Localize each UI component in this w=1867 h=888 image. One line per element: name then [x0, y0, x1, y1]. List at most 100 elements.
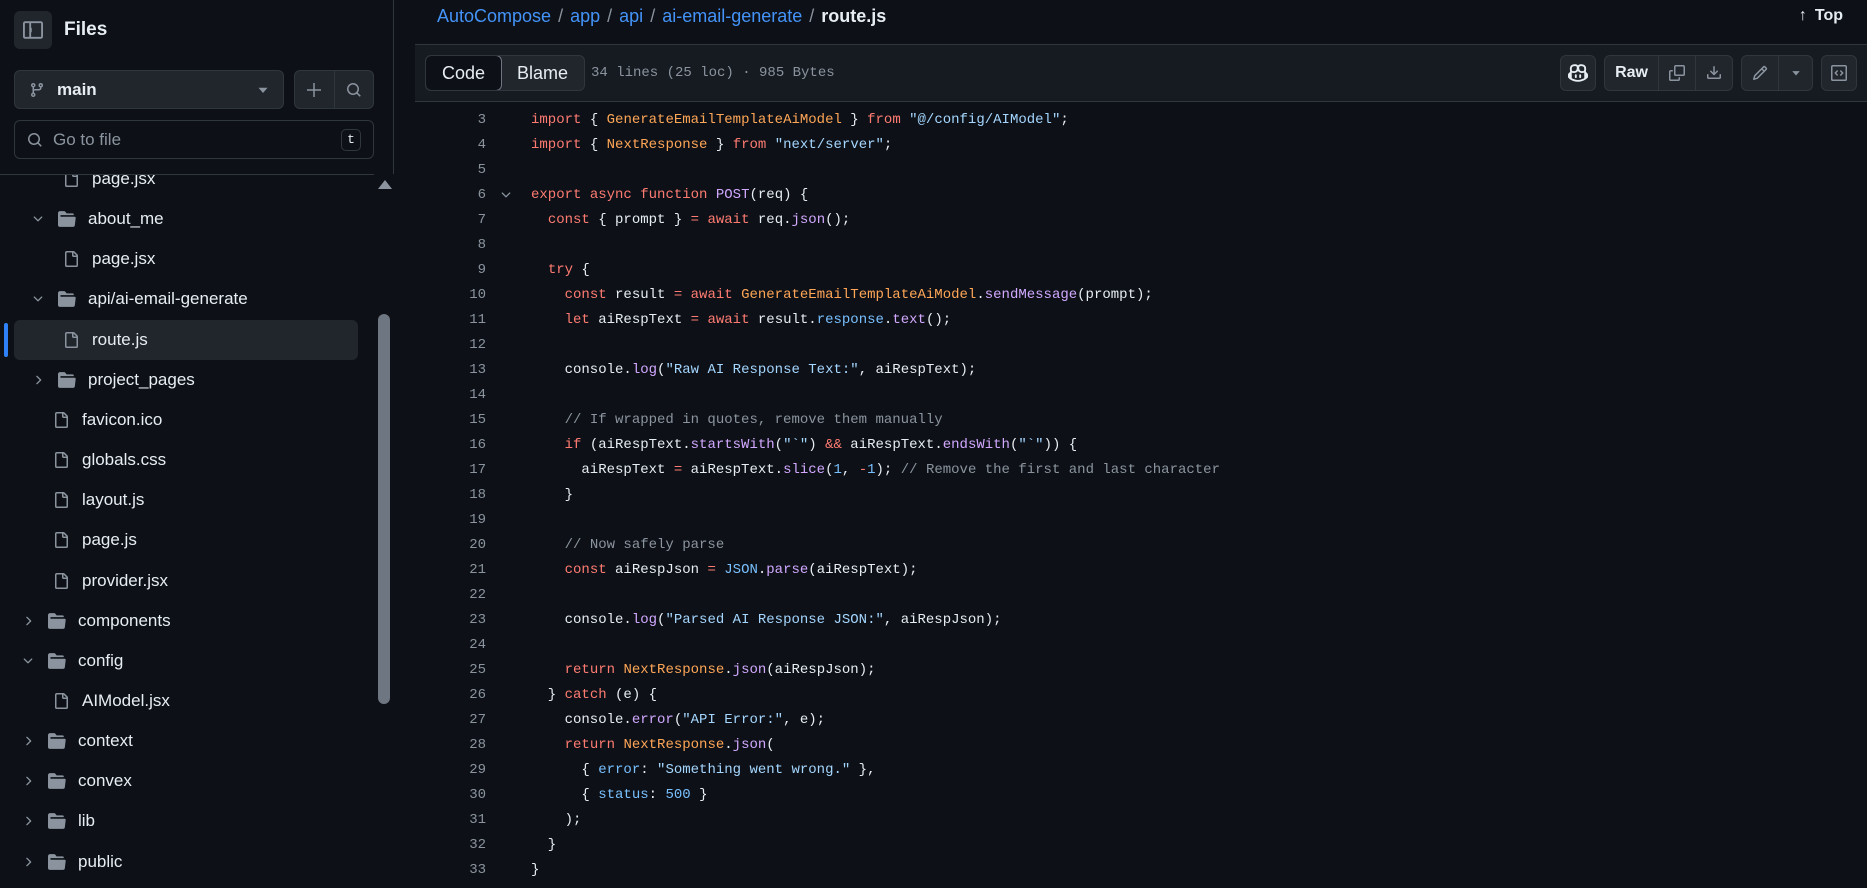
- code-line[interactable]: 19: [415, 507, 1867, 532]
- tree-folder-lib[interactable]: lib: [0, 801, 374, 841]
- back-to-top-link[interactable]: ↑ Top: [1799, 7, 1843, 25]
- sidebar-scrollbar[interactable]: [374, 174, 394, 888]
- breadcrumb-repo-link[interactable]: AutoCompose: [437, 6, 551, 27]
- code-line[interactable]: 10 const result = await GenerateEmailTem…: [415, 282, 1867, 307]
- line-number[interactable]: 12: [415, 337, 486, 353]
- go-to-file-input[interactable]: [53, 129, 341, 150]
- line-number[interactable]: 24: [415, 637, 486, 653]
- tree-folder-context[interactable]: context: [0, 721, 374, 761]
- code-line[interactable]: 28 return NextResponse.json(: [415, 732, 1867, 757]
- code-line[interactable]: 7 const { prompt } = await req.json();: [415, 207, 1867, 232]
- scrollbar-thumb[interactable]: [378, 314, 390, 704]
- tree-file-aimodel-jsx[interactable]: AIModel.jsx: [0, 681, 374, 721]
- line-number[interactable]: 19: [415, 512, 486, 528]
- line-number[interactable]: 3: [415, 112, 486, 128]
- tree-folder-convex[interactable]: convex: [0, 761, 374, 801]
- tree-folder-public[interactable]: public: [0, 842, 374, 882]
- line-number[interactable]: 14: [415, 387, 486, 403]
- code-line[interactable]: 15 // If wrapped in quotes, remove them …: [415, 407, 1867, 432]
- code-line[interactable]: 18 }: [415, 482, 1867, 507]
- line-number[interactable]: 15: [415, 412, 486, 428]
- code-line[interactable]: 21 const aiRespJson = JSON.parse(aiRespT…: [415, 557, 1867, 582]
- line-number[interactable]: 17: [415, 462, 486, 478]
- line-number[interactable]: 21: [415, 562, 486, 578]
- line-number[interactable]: 22: [415, 587, 486, 603]
- collapse-folder-toggle[interactable]: [30, 212, 46, 226]
- line-number[interactable]: 13: [415, 362, 486, 378]
- line-number[interactable]: 20: [415, 537, 486, 553]
- download-button[interactable]: [1695, 56, 1732, 90]
- line-number[interactable]: 11: [415, 312, 486, 328]
- expand-folder-toggle[interactable]: [20, 814, 36, 828]
- tree-file-page-js[interactable]: page.js: [0, 520, 374, 560]
- tab-code[interactable]: Code: [426, 56, 503, 90]
- code-line[interactable]: 31 );: [415, 807, 1867, 832]
- copy-raw-button[interactable]: [1658, 56, 1695, 90]
- line-number[interactable]: 9: [415, 262, 486, 278]
- tree-file-globals-css[interactable]: globals.css: [0, 440, 374, 480]
- search-files-button[interactable]: [333, 71, 373, 108]
- line-number[interactable]: 18: [415, 487, 486, 503]
- tab-blame[interactable]: Blame: [501, 56, 584, 90]
- code-line[interactable]: 5: [415, 157, 1867, 182]
- collapse-sidebar-button[interactable]: [14, 11, 52, 49]
- collapse-folder-toggle[interactable]: [20, 654, 36, 668]
- tree-file-layout-js[interactable]: layout.js: [0, 480, 374, 520]
- tree-file-page-jsx[interactable]: page.jsx: [0, 175, 374, 199]
- line-number[interactable]: 25: [415, 662, 486, 678]
- line-number[interactable]: 4: [415, 137, 486, 153]
- code-line[interactable]: 6 export async function POST(req) {: [415, 182, 1867, 207]
- expand-folder-toggle[interactable]: [20, 614, 36, 628]
- tree-file-favicon-ico[interactable]: favicon.ico: [0, 400, 374, 440]
- line-number[interactable]: 27: [415, 712, 486, 728]
- code-line[interactable]: 25 return NextResponse.json(aiRespJson);: [415, 657, 1867, 682]
- line-number[interactable]: 28: [415, 737, 486, 753]
- code-line[interactable]: 20 // Now safely parse: [415, 532, 1867, 557]
- line-number[interactable]: 33: [415, 862, 486, 878]
- line-number[interactable]: 32: [415, 837, 486, 853]
- line-number[interactable]: 5: [415, 162, 486, 178]
- expand-folder-toggle[interactable]: [20, 734, 36, 748]
- code-view[interactable]: 3 import { GenerateEmailTemplateAiModel }…: [415, 107, 1867, 882]
- breadcrumb-link[interactable]: app: [570, 6, 600, 27]
- raw-button[interactable]: Raw: [1605, 56, 1658, 90]
- fold-chevron-icon[interactable]: [499, 188, 513, 207]
- copilot-button[interactable]: [1560, 55, 1597, 91]
- tree-file-route-js[interactable]: route.js: [14, 319, 358, 360]
- code-line[interactable]: 11 let aiRespText = await result.respons…: [415, 307, 1867, 332]
- go-to-file-field[interactable]: t: [14, 120, 374, 159]
- tree-folder-about-me[interactable]: about_me: [0, 199, 374, 239]
- tree-folder-project-pages[interactable]: project_pages: [0, 360, 374, 400]
- tree-file-provider-jsx[interactable]: provider.jsx: [0, 561, 374, 601]
- breadcrumb-link[interactable]: api: [619, 6, 643, 27]
- line-number[interactable]: 31: [415, 812, 486, 828]
- code-line[interactable]: 17 aiRespText = aiRespText.slice(1, -1);…: [415, 457, 1867, 482]
- code-line[interactable]: 26 } catch (e) {: [415, 682, 1867, 707]
- symbols-panel-button[interactable]: [1821, 55, 1857, 91]
- scroll-up-arrow[interactable]: [378, 180, 392, 189]
- line-number[interactable]: 30: [415, 787, 486, 803]
- code-line[interactable]: 22: [415, 582, 1867, 607]
- code-line[interactable]: 12: [415, 332, 1867, 357]
- line-number[interactable]: 23: [415, 612, 486, 628]
- collapse-folder-toggle[interactable]: [30, 292, 46, 306]
- tree-folder-config[interactable]: config: [0, 641, 374, 681]
- expand-folder-toggle[interactable]: [30, 373, 46, 387]
- expand-folder-toggle[interactable]: [20, 855, 36, 869]
- line-number[interactable]: 29: [415, 762, 486, 778]
- code-line[interactable]: 14: [415, 382, 1867, 407]
- line-number[interactable]: 26: [415, 687, 486, 703]
- add-file-button[interactable]: [295, 71, 334, 108]
- expand-folder-toggle[interactable]: [20, 774, 36, 788]
- code-line[interactable]: 16 if (aiRespText.startsWith("`") && aiR…: [415, 432, 1867, 457]
- branch-selector[interactable]: main: [14, 70, 284, 109]
- line-number[interactable]: 8: [415, 237, 486, 253]
- code-line[interactable]: 24: [415, 632, 1867, 657]
- line-number[interactable]: 7: [415, 212, 486, 228]
- code-line[interactable]: 33}: [415, 857, 1867, 882]
- code-line[interactable]: 30 { status: 500 }: [415, 782, 1867, 807]
- line-number[interactable]: 6: [415, 187, 486, 203]
- code-line[interactable]: 32 }: [415, 832, 1867, 857]
- tree-folder-api-ai-email-generate[interactable]: api/ai-email-generate: [0, 279, 374, 319]
- breadcrumb-link[interactable]: ai-email-generate: [662, 6, 802, 27]
